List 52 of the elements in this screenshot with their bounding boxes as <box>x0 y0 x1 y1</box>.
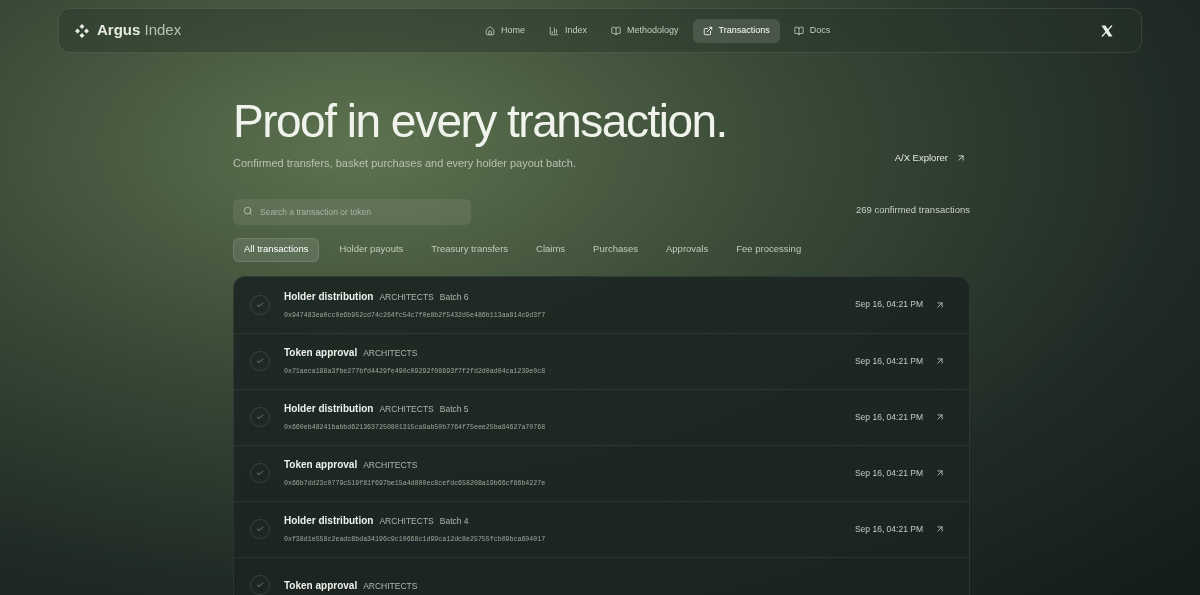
nav-link[interactable]: Methodology <box>601 18 689 43</box>
arrow-up-right-icon[interactable] <box>935 412 945 422</box>
arrow-up-right-icon[interactable] <box>935 356 945 366</box>
transaction-row[interactable]: Token approval ARCHITECTS <box>234 556 969 595</box>
search-icon <box>243 205 253 216</box>
transaction-title: Holder distribution <box>284 289 374 304</box>
arrow-up-right-icon <box>956 153 966 164</box>
token-tag: ARCHITECTS <box>363 347 418 360</box>
page-subtitle: Confirmed transfers, basket purchases and every holder payout batch. <box>233 156 577 171</box>
nav-link[interactable]: Transactions <box>692 18 780 43</box>
transaction-time: Sep 16, 04:21 PM <box>854 298 923 311</box>
token-tag: ARCHITECTS <box>379 290 434 304</box>
brand-name[interactable]: Argus Index <box>97 19 182 42</box>
filter-tab[interactable]: All transactions <box>233 237 320 262</box>
batch-label: Batch 4 <box>439 515 469 528</box>
transaction-time: Sep 16, 04:21 PM <box>854 410 923 424</box>
transaction-count: 269 confirmed transactions <box>855 203 970 218</box>
filter-tab[interactable]: Fee processing <box>724 237 814 262</box>
page-heading: Proof in every transaction. <box>233 94 728 149</box>
token-tag: ARCHITECTS <box>363 579 418 593</box>
x-logo-icon[interactable] <box>1101 24 1113 37</box>
arrow-up-right-icon[interactable] <box>935 299 945 310</box>
filter-tab[interactable]: Purchases <box>581 237 650 262</box>
token-tag: ARCHITECTS <box>379 515 434 528</box>
transaction-title: Token approval <box>284 458 358 473</box>
transaction-title: Token approval <box>284 578 358 593</box>
transaction-title: Token approval <box>284 346 358 361</box>
book-icon <box>793 25 804 36</box>
transaction-title: Holder distribution <box>284 514 374 529</box>
batch-label: Batch 5 <box>439 403 469 416</box>
filter-tab[interactable]: Treasury transfers <box>419 237 521 262</box>
filter-tab[interactable]: Holder payouts <box>327 237 416 262</box>
logo-icon <box>75 23 89 38</box>
arrow-up-right-icon[interactable] <box>935 524 945 534</box>
nav-link[interactable]: Docs <box>783 18 841 43</box>
filter-tab[interactable]: Claims <box>524 237 578 262</box>
home-icon <box>485 25 495 36</box>
explorer-link[interactable]: A/X Explorer <box>894 151 970 166</box>
filter-tab[interactable]: Approvals <box>654 237 721 262</box>
nav-link[interactable]: Home <box>475 18 535 43</box>
transaction-time: Sep 16, 04:21 PM <box>854 354 923 368</box>
arrow-up-right-icon[interactable] <box>935 468 945 478</box>
transaction-title: Holder distribution <box>284 402 374 417</box>
external-link-icon <box>702 25 713 36</box>
token-tag: ARCHITECTS <box>379 403 434 416</box>
transaction-time: Sep 16, 04:21 PM <box>854 466 923 480</box>
nav-link[interactable]: Index <box>539 18 598 43</box>
book-icon <box>611 25 622 36</box>
batch-label: Batch 6 <box>439 290 469 304</box>
bar-chart-icon <box>549 25 559 36</box>
transaction-time: Sep 16, 04:21 PM <box>854 522 923 536</box>
token-tag: ARCHITECTS <box>363 459 418 472</box>
